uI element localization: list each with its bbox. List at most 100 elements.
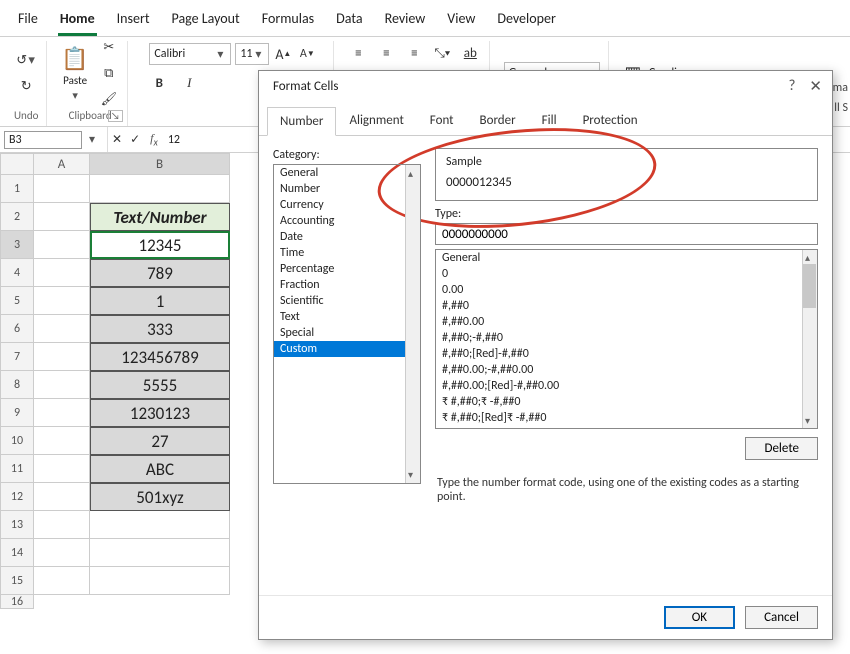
category-item[interactable]: Fraction	[274, 277, 420, 293]
dlg-tab-protection[interactable]: Protection	[570, 106, 651, 135]
font-size-dropdown[interactable]: 11▾	[235, 43, 269, 65]
format-painter-icon[interactable]: 🖌	[99, 89, 119, 109]
row-header[interactable]: 3	[0, 231, 34, 259]
format-item[interactable]: #,##0;[Red]-#,##0	[436, 346, 817, 362]
font-name-dropdown[interactable]: Calibri▾	[149, 43, 231, 65]
close-icon[interactable]: ✕	[809, 77, 822, 96]
help-icon[interactable]: ?	[788, 77, 795, 96]
row-header[interactable]: 8	[0, 371, 34, 399]
row-header[interactable]: 13	[0, 511, 34, 539]
cell[interactable]: 333	[90, 315, 230, 343]
dlg-tab-alignment[interactable]: Alignment	[336, 106, 416, 135]
row-header[interactable]: 6	[0, 315, 34, 343]
copy-icon[interactable]: ⧉	[99, 63, 119, 83]
cell[interactable]: 501xyz	[90, 483, 230, 511]
category-item[interactable]: Special	[274, 325, 420, 341]
row-header[interactable]: 11	[0, 455, 34, 483]
row-header[interactable]: 1	[0, 175, 34, 203]
tab-insert[interactable]: Insert	[115, 6, 152, 36]
row-header[interactable]: 10	[0, 427, 34, 455]
paste-button[interactable]: 📋 Paste ▾	[61, 45, 88, 102]
increase-font-icon[interactable]: A▲	[273, 44, 293, 64]
cell[interactable]: 1	[90, 287, 230, 315]
format-item[interactable]: ₹ #,##0.00;₹ -#,##0.00	[436, 426, 817, 429]
scrollbar[interactable]	[802, 250, 817, 428]
clipboard-launcher-icon[interactable]: ↘	[108, 110, 123, 122]
orientation-icon[interactable]: ⤡▾	[432, 43, 452, 63]
align-top-icon[interactable]: ≡	[348, 43, 368, 63]
format-item[interactable]: ₹ #,##0;[Red]₹ -#,##0	[436, 410, 817, 426]
align-bottom-icon[interactable]: ≡	[404, 43, 424, 63]
tab-review[interactable]: Review	[383, 6, 428, 36]
category-item[interactable]: Currency	[274, 197, 420, 213]
category-item[interactable]: Percentage	[274, 261, 420, 277]
tab-file[interactable]: File	[16, 6, 40, 36]
format-item[interactable]: ₹ #,##0;₹ -#,##0	[436, 394, 817, 410]
cell-b3[interactable]: 12345	[90, 231, 230, 259]
category-item[interactable]: Text	[274, 309, 420, 325]
scrollbar[interactable]	[405, 165, 420, 483]
category-item-selected[interactable]: Custom	[274, 341, 420, 357]
format-item[interactable]: 0.00	[436, 282, 817, 298]
col-header[interactable]: B	[90, 153, 230, 175]
format-item[interactable]: General	[436, 250, 817, 266]
tab-data[interactable]: Data	[334, 6, 364, 36]
category-list[interactable]: General Number Currency Accounting Date …	[273, 164, 421, 484]
col-header[interactable]: A	[34, 153, 90, 175]
category-item[interactable]: General	[274, 165, 420, 181]
redo-icon[interactable]: ↻	[16, 76, 36, 96]
ok-button[interactable]: OK	[664, 606, 735, 629]
format-item[interactable]: #,##0.00;[Red]-#,##0.00	[436, 378, 817, 394]
select-all-corner[interactable]	[0, 153, 34, 175]
align-middle-icon[interactable]: ≡	[376, 43, 396, 63]
undo-icon[interactable]: ↺▾	[16, 50, 36, 70]
row-header[interactable]: 2	[0, 203, 34, 231]
category-item[interactable]: Accounting	[274, 213, 420, 229]
category-item[interactable]: Number	[274, 181, 420, 197]
cancel-entry-icon[interactable]: ✕	[108, 132, 126, 147]
format-item[interactable]: #,##0;-#,##0	[436, 330, 817, 346]
tab-view[interactable]: View	[445, 6, 477, 36]
category-item[interactable]: Date	[274, 229, 420, 245]
name-box-dropdown-icon[interactable]: ▾	[86, 132, 98, 147]
row-header[interactable]: 5	[0, 287, 34, 315]
row-header[interactable]: 15	[0, 567, 34, 595]
format-item[interactable]: #,##0	[436, 298, 817, 314]
tab-page-layout[interactable]: Page Layout	[170, 6, 242, 36]
format-item[interactable]: #,##0.00;-#,##0.00	[436, 362, 817, 378]
cell[interactable]: 123456789	[90, 343, 230, 371]
cell[interactable]: 1230123	[90, 399, 230, 427]
enter-entry-icon[interactable]: ✓	[126, 132, 144, 147]
formula-text[interactable]: 12	[164, 133, 184, 147]
dlg-tab-number[interactable]: Number	[267, 107, 336, 136]
cell[interactable]: ABC	[90, 455, 230, 483]
row-header[interactable]: 9	[0, 399, 34, 427]
cell[interactable]: 789	[90, 259, 230, 287]
wrap-text-icon[interactable]: ab	[460, 43, 480, 63]
tab-developer[interactable]: Developer	[495, 6, 557, 36]
cut-icon[interactable]: ✂	[99, 37, 119, 57]
decrease-font-icon[interactable]: A▼	[297, 44, 317, 64]
italic-icon[interactable]: I	[179, 73, 199, 93]
cancel-button[interactable]: Cancel	[745, 606, 818, 629]
format-item[interactable]: #,##0.00	[436, 314, 817, 330]
format-item[interactable]: 0	[436, 266, 817, 282]
cell[interactable]: 5555	[90, 371, 230, 399]
row-header[interactable]: 12	[0, 483, 34, 511]
category-item[interactable]: Scientific	[274, 293, 420, 309]
type-input[interactable]	[435, 223, 818, 245]
bold-icon[interactable]: B	[149, 73, 169, 93]
fx-icon[interactable]: fx	[144, 131, 164, 148]
row-header[interactable]: 14	[0, 539, 34, 567]
row-header[interactable]: 16	[0, 595, 34, 609]
cell[interactable]: 27	[90, 427, 230, 455]
tab-home[interactable]: Home	[58, 6, 97, 36]
dlg-tab-border[interactable]: Border	[467, 106, 529, 135]
tab-formulas[interactable]: Formulas	[260, 6, 316, 36]
table-header-cell[interactable]: Text/Number	[90, 203, 230, 231]
delete-button[interactable]: Delete	[745, 437, 818, 460]
dlg-tab-fill[interactable]: Fill	[529, 106, 570, 135]
category-item[interactable]: Time	[274, 245, 420, 261]
name-box[interactable]: B3	[4, 131, 82, 149]
row-header[interactable]: 4	[0, 259, 34, 287]
